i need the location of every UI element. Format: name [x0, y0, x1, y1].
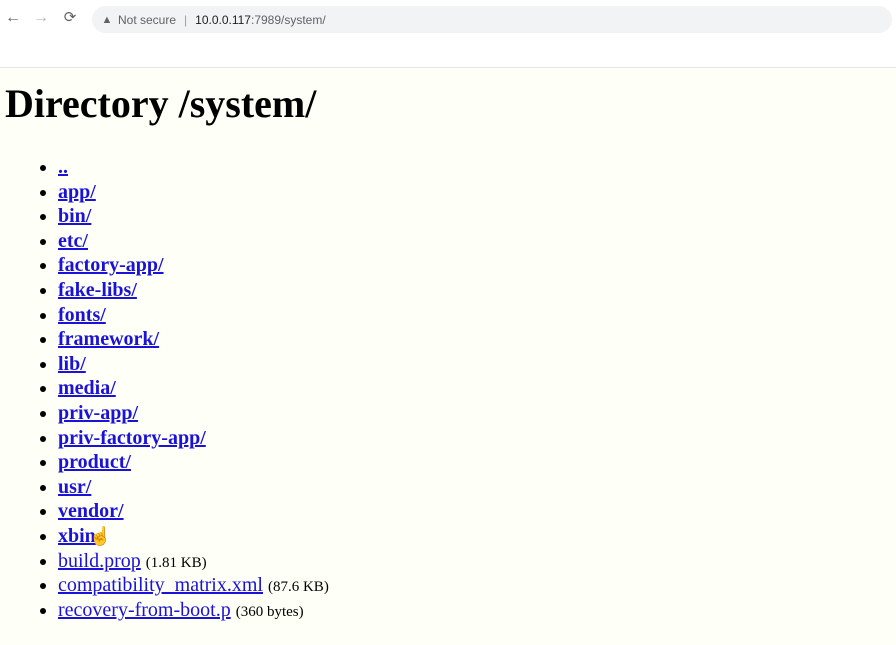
- address-separator: |: [184, 12, 188, 27]
- directory-entry: priv-factory-app/: [58, 426, 329, 451]
- reload-icon[interactable]: ⟳: [60, 8, 80, 28]
- browser-toolbar: ← → ⟳ ▲ Not secure | 10.0.0.117:7989/sys…: [0, 0, 896, 40]
- file-link[interactable]: build.prop: [58, 550, 141, 572]
- address-bar[interactable]: ▲ Not secure | 10.0.0.117:7989/system/: [92, 6, 892, 33]
- url-path[interactable]: :7989/system/: [251, 13, 326, 27]
- directory-entry: etc/: [58, 229, 329, 254]
- file-entry: build.prop (1.81 KB): [58, 549, 329, 574]
- directory-link[interactable]: vendor/: [58, 500, 124, 522]
- directory-link[interactable]: product/: [58, 451, 131, 473]
- hand-pointer-icon: ☝: [89, 526, 112, 546]
- directory-entry: priv-app/: [58, 401, 329, 426]
- directory-link[interactable]: app/: [58, 181, 96, 203]
- directory-entry: lib/: [58, 352, 329, 377]
- directory-entry: product/: [58, 450, 329, 475]
- directory-link[interactable]: ..: [58, 156, 68, 178]
- directory-link[interactable]: fonts/: [58, 304, 106, 326]
- directory-entry: fonts/: [58, 303, 329, 328]
- file-size: (1.81 KB): [145, 554, 207, 571]
- directory-entry: framework/: [58, 327, 329, 352]
- directory-link[interactable]: priv-factory-app/: [58, 427, 206, 449]
- directory-link[interactable]: usr/: [58, 476, 91, 498]
- file-size: (87.6 KB): [267, 579, 329, 596]
- directory-link[interactable]: fake-libs/: [58, 279, 137, 301]
- directory-entry: app/: [58, 180, 329, 205]
- bookmarks-bar: [0, 40, 896, 68]
- directory-link[interactable]: factory-app/: [58, 254, 164, 276]
- file-entry: recovery-from-boot.p (360 bytes): [58, 598, 329, 623]
- directory-entry: ..: [58, 155, 329, 180]
- forward-arrow-icon[interactable]: →: [31, 8, 51, 28]
- directory-entry: bin/: [58, 204, 329, 229]
- directory-entry: vendor/: [58, 499, 329, 524]
- file-link[interactable]: recovery-from-boot.p: [58, 599, 231, 621]
- page-title: Directory /system/: [5, 81, 317, 126]
- directory-link[interactable]: etc/: [58, 230, 88, 252]
- directory-link[interactable]: media/: [58, 377, 116, 399]
- directory-entry: fake-libs/: [58, 278, 329, 303]
- directory-entry: media/: [58, 376, 329, 401]
- file-size: (360 bytes): [235, 603, 304, 620]
- directory-entry: factory-app/: [58, 253, 329, 278]
- directory-link[interactable]: framework/: [58, 328, 159, 350]
- directory-listing: .. app/bin/etc/factory-app/fake-libs/font…: [0, 155, 329, 622]
- security-label[interactable]: Not secure: [118, 13, 176, 27]
- back-arrow-icon[interactable]: ←: [3, 8, 23, 28]
- warning-triangle-icon[interactable]: ▲: [100, 14, 114, 26]
- file-entry: compatibility_matrix.xml (87.6 KB): [58, 573, 329, 598]
- url-host[interactable]: 10.0.0.117: [195, 13, 251, 27]
- directory-entry: usr/: [58, 475, 329, 500]
- directory-link[interactable]: bin/: [58, 205, 91, 227]
- directory-link[interactable]: priv-app/: [58, 402, 138, 424]
- directory-link[interactable]: lib/: [58, 353, 86, 375]
- file-link[interactable]: compatibility_matrix.xml: [58, 574, 263, 596]
